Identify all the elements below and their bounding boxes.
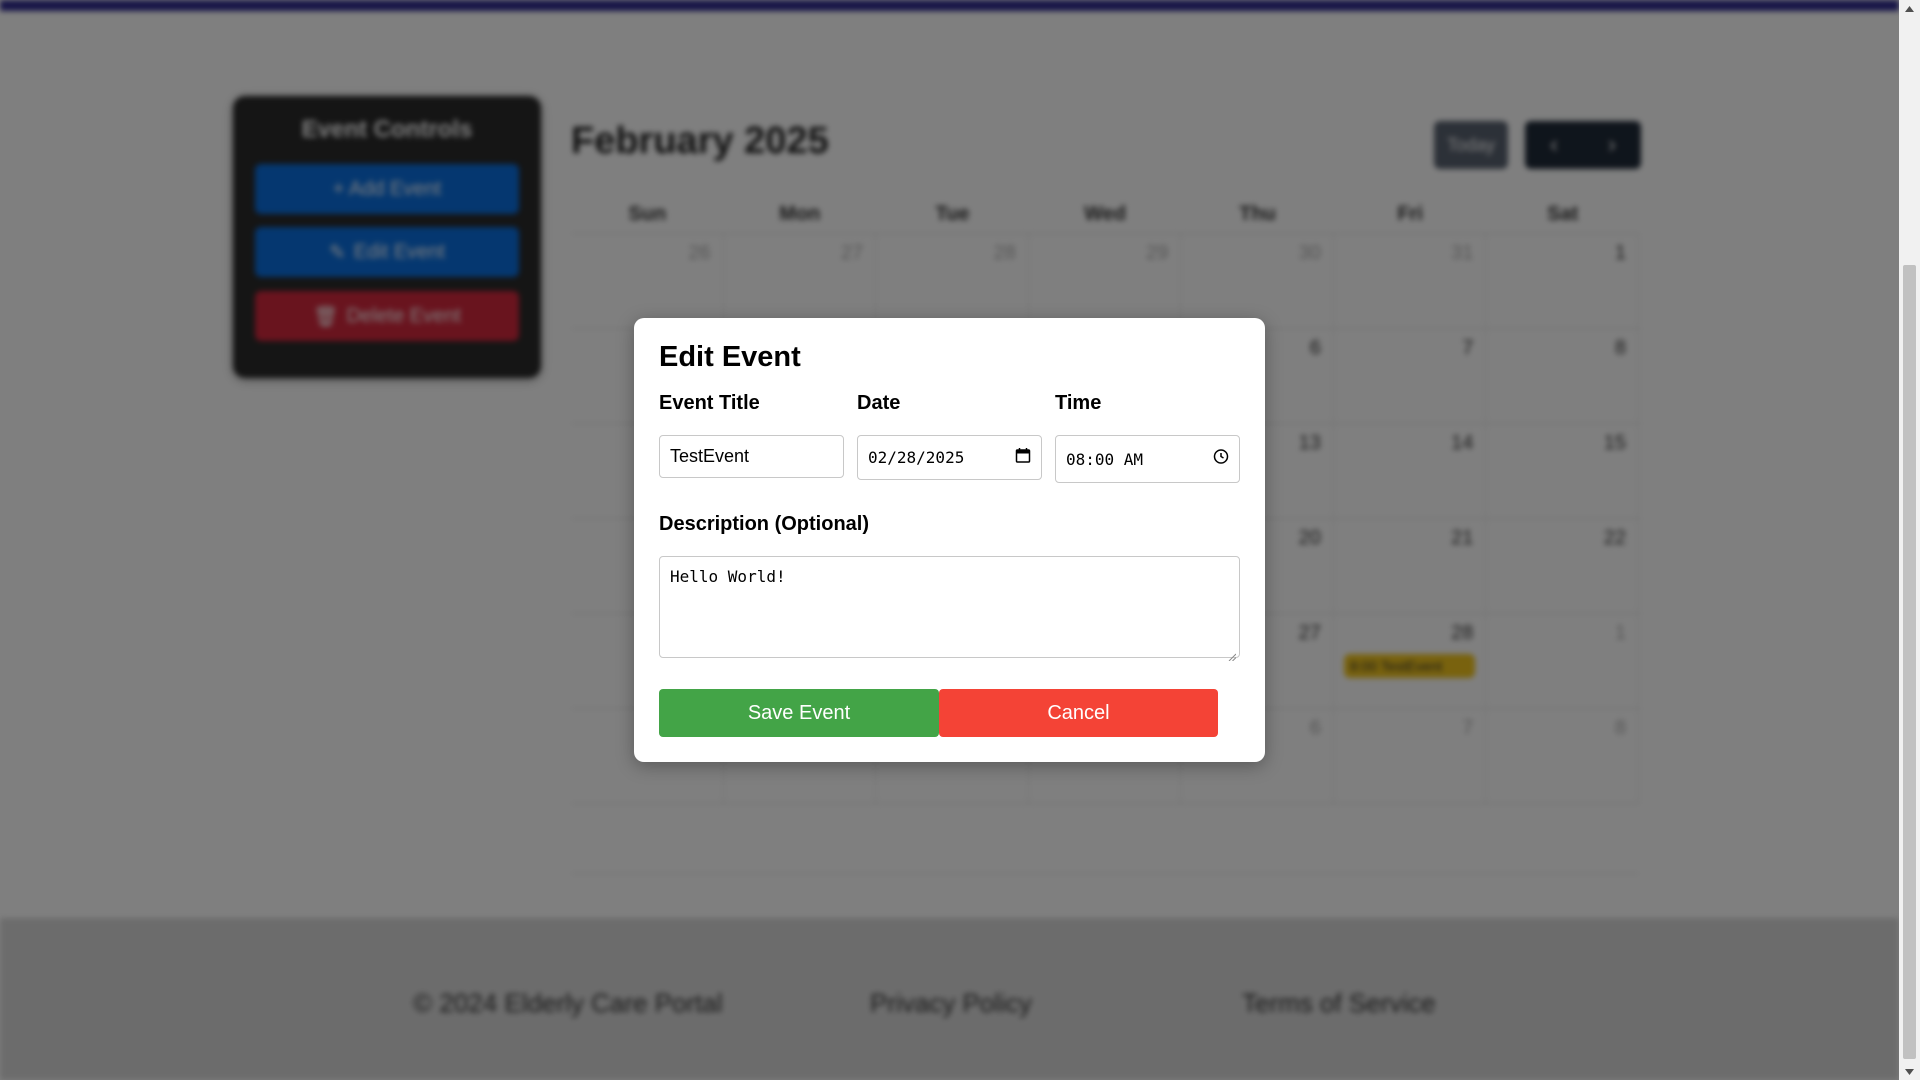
clock-icon[interactable] <box>1213 449 1229 470</box>
edit-event-modal: Edit Event Event Title TestEvent Date 02… <box>634 318 1265 762</box>
scroll-up-arrow-icon[interactable] <box>1899 0 1920 17</box>
description-value: Hello World! <box>670 567 786 586</box>
modal-title: Edit Event <box>659 341 801 373</box>
event-title-input[interactable]: TestEvent <box>659 435 844 478</box>
save-event-button[interactable]: Save Event <box>659 689 939 737</box>
scroll-down-arrow-icon[interactable] <box>1899 1063 1920 1080</box>
calendar-icon[interactable] <box>1015 447 1031 468</box>
event-title-label: Event Title <box>659 392 760 414</box>
scrollbar-thumb[interactable] <box>1903 265 1916 1059</box>
date-label: Date <box>857 392 901 414</box>
time-input[interactable]: 08:00 AM <box>1055 435 1240 483</box>
resize-grip-icon[interactable] <box>1228 646 1237 662</box>
time-label: Time <box>1055 392 1102 414</box>
date-input[interactable]: 02/28/2025 <box>857 435 1042 480</box>
time-value: 08:00 AM <box>1066 449 1144 469</box>
date-value: 02/28/2025 <box>868 448 965 467</box>
cancel-button[interactable]: Cancel <box>939 689 1218 737</box>
description-label: Description (Optional) <box>659 513 869 535</box>
vertical-scrollbar[interactable] <box>1899 0 1920 1080</box>
description-textarea[interactable]: Hello World! <box>659 556 1240 662</box>
page: Event Controls + Add Event ✎ Edit Event … <box>0 0 1899 1080</box>
